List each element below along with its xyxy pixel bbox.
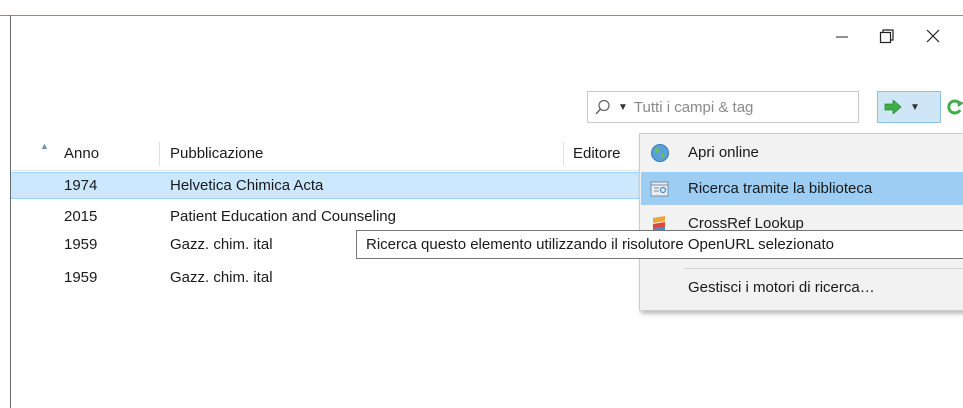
search-input[interactable] xyxy=(631,97,836,117)
globe-icon xyxy=(651,144,669,162)
restore-button[interactable] xyxy=(866,22,906,50)
restore-icon xyxy=(879,29,894,44)
menu-item-manage-engines[interactable]: Gestisci i motori di ricerca… xyxy=(641,271,963,304)
menu-item-label: Apri online xyxy=(688,144,759,161)
cell-publication: Gazz. chim. ital xyxy=(170,269,273,286)
column-divider[interactable] xyxy=(159,142,160,166)
search-field[interactable]: ▼ xyxy=(587,91,859,123)
search-mode-dropdown-icon[interactable]: ▼ xyxy=(618,102,628,113)
cell-publication: Patient Education and Counseling xyxy=(170,208,396,225)
sort-ascending-icon[interactable]: ▲ xyxy=(40,141,49,151)
menu-item-library-lookup[interactable]: Ricerca tramite la biblioteca xyxy=(641,172,963,205)
tooltip: Ricerca questo elemento utilizzando il r… xyxy=(356,230,963,259)
minimize-icon xyxy=(836,36,848,38)
menu-separator xyxy=(684,268,963,269)
column-divider[interactable] xyxy=(563,142,564,166)
menu-item-label: Ricerca tramite la biblioteca xyxy=(688,180,873,197)
minimize-button[interactable] xyxy=(822,22,862,50)
column-header-publication[interactable]: Pubblicazione xyxy=(170,138,263,170)
cell-publication: Helvetica Chimica Acta xyxy=(170,177,324,194)
locate-menu: Apri online Ricerca tramite la bibliotec… xyxy=(639,133,963,311)
cell-year: 2015 xyxy=(64,208,98,225)
cell-year: 1959 xyxy=(64,236,98,253)
menu-item-label: Gestisci i motori di ricerca… xyxy=(688,279,875,296)
close-icon xyxy=(926,29,940,43)
locate-button[interactable]: ▼ xyxy=(877,91,941,123)
cell-publication: Gazz. chim. ital xyxy=(170,236,273,253)
cell-year: 1974 xyxy=(64,177,98,194)
green-arrow-icon xyxy=(884,100,902,114)
magnifier-icon[interactable] xyxy=(594,98,612,116)
close-button[interactable] xyxy=(913,22,953,50)
column-header-year[interactable]: Anno xyxy=(64,138,99,170)
sync-icon[interactable] xyxy=(946,97,963,117)
column-header-publisher[interactable]: Editore xyxy=(573,138,621,170)
locate-dropdown-icon: ▼ xyxy=(910,101,920,113)
cell-year: 1959 xyxy=(64,269,98,286)
window-top-border xyxy=(0,15,963,16)
library-icon xyxy=(650,181,669,197)
menu-item-open-online[interactable]: Apri online xyxy=(641,136,963,169)
